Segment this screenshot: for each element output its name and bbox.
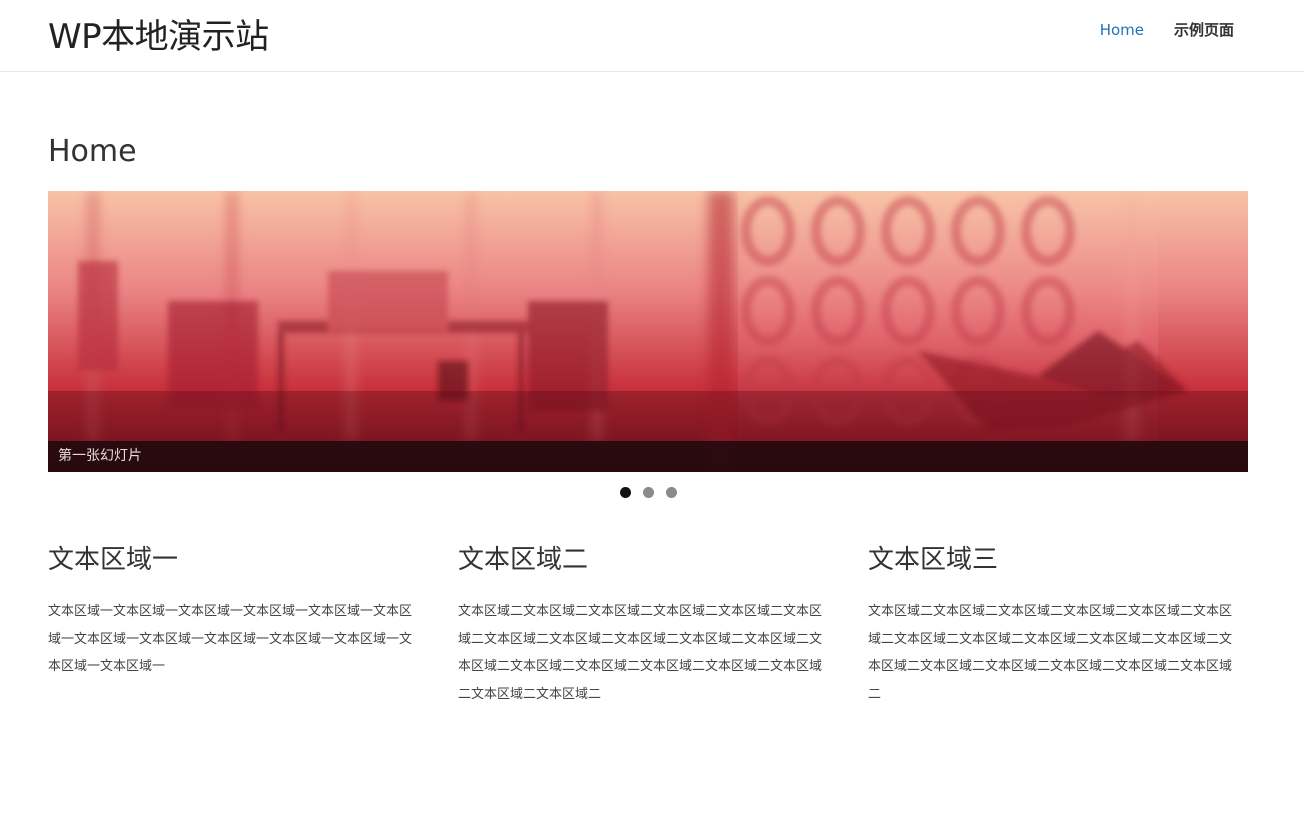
nav-item-home[interactable]: Home [1100, 19, 1144, 41]
widget-body: 文本区域二文本区域二文本区域二文本区域二文本区域二文本区域二文本区域二文本区域二… [458, 604, 823, 702]
widget-title: 文本区域三 [868, 545, 999, 575]
widget-body: 文本区域二文本区域二文本区域二文本区域二文本区域二文本区域二文本区域二文本区域二… [868, 604, 1233, 702]
image-slider[interactable]: 第一张幻灯片 [48, 191, 1248, 472]
page-title: Home [48, 134, 137, 169]
widget-title: 文本区域一 [48, 545, 179, 575]
site-title[interactable]: WP本地演示站 [48, 14, 269, 60]
slider-dot-1[interactable] [619, 487, 631, 498]
slide-caption: 第一张幻灯片 [48, 441, 1248, 472]
slide-image [48, 191, 1248, 472]
text-widget-2: 文本区域二 文本区域二文本区域二文本区域二文本区域二文本区域二文本区域二文本区域… [458, 540, 834, 708]
slider-dot-2[interactable] [642, 487, 654, 498]
text-widget-1: 文本区域一 文本区域一文本区域一文本区域一文本区域一文本区域一文本区域一文本区域… [48, 540, 424, 681]
widget-title: 文本区域二 [458, 545, 589, 575]
site-header: WP本地演示站 Home 示例页面 [0, 0, 1304, 72]
text-widget-3: 文本区域三 文本区域二文本区域二文本区域二文本区域二文本区域二文本区域二文本区域… [868, 540, 1244, 708]
widget-body: 文本区域一文本区域一文本区域一文本区域一文本区域一文本区域一文本区域一文本区域一… [48, 604, 413, 674]
slider-pagination [0, 487, 1296, 498]
slider-dot-3[interactable] [665, 487, 677, 498]
main-nav: Home 示例页面 [1100, 19, 1234, 41]
nav-item-sample-page[interactable]: 示例页面 [1174, 19, 1234, 41]
